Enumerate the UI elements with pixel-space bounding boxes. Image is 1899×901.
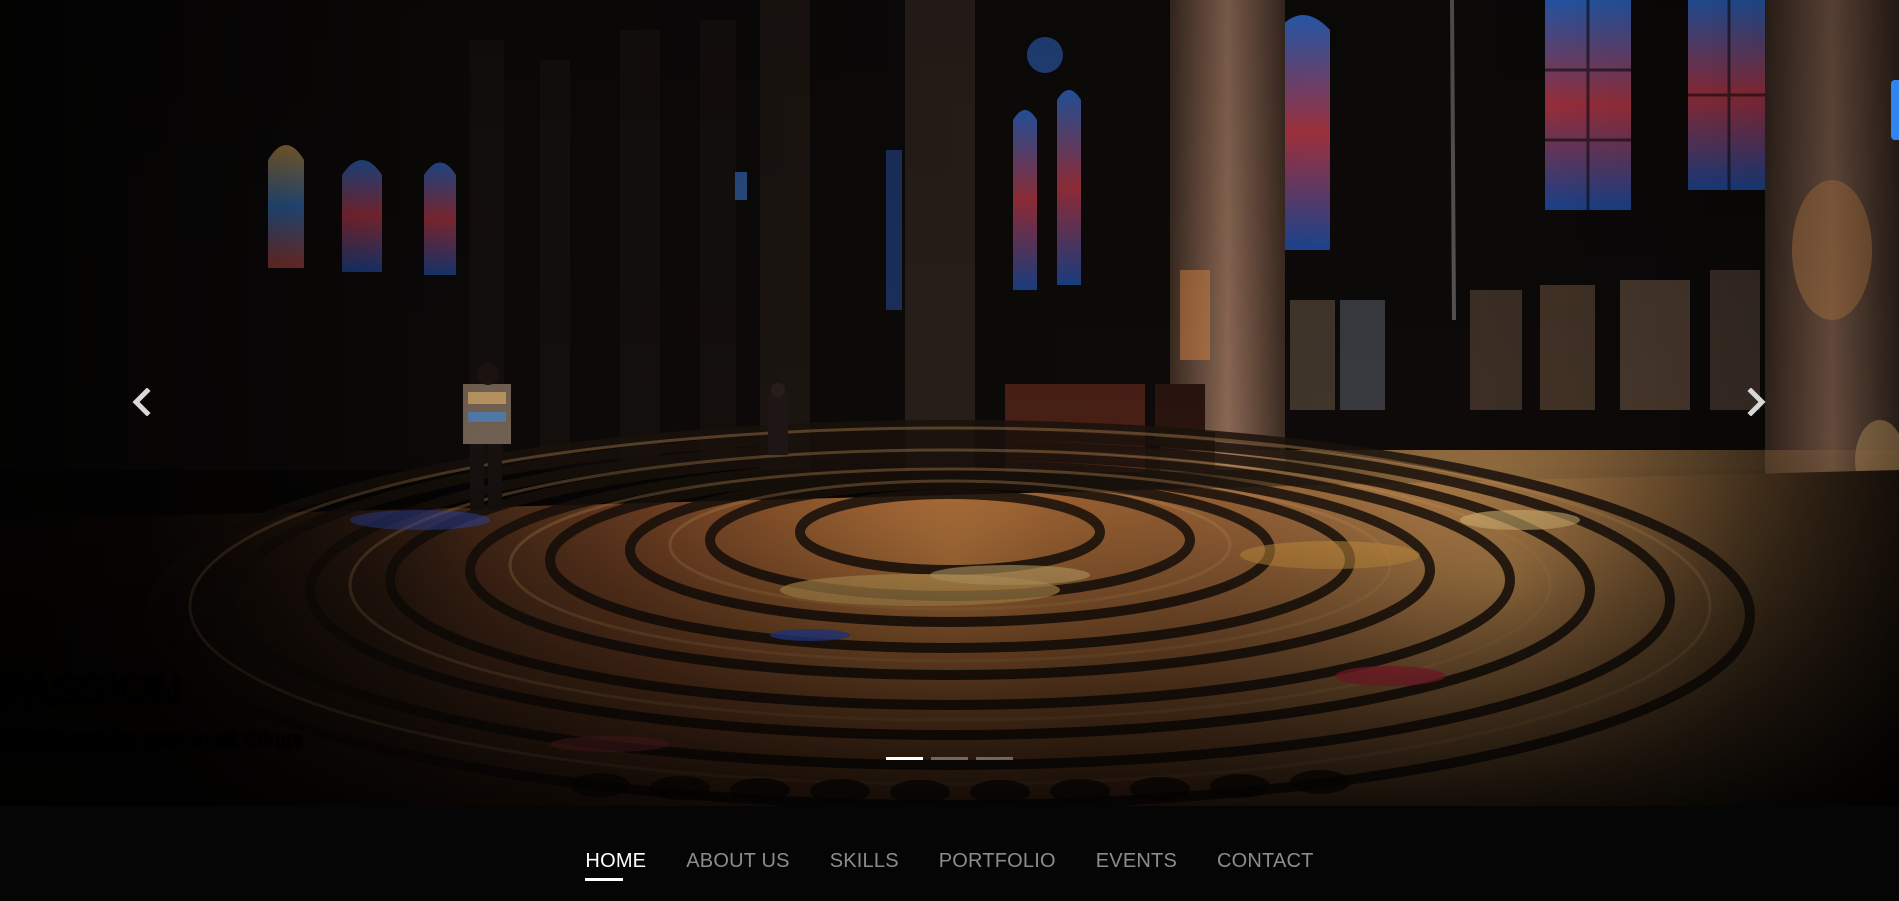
carousel-indicators	[0, 757, 1899, 763]
nav-item-label: HOME	[585, 850, 647, 872]
carousel-indicator-2[interactable]	[931, 757, 968, 760]
nav-item-label: SKILLS	[829, 850, 899, 872]
nav-item-label: PORTFOLIO	[938, 850, 1056, 872]
slide-caption-title: PASSION	[0, 668, 182, 712]
carousel-next-button[interactable]	[1736, 380, 1776, 424]
carousel-indicator-1[interactable]	[886, 757, 923, 760]
nav-item-portfolio[interactable]: PORTFOLIO	[939, 806, 1056, 873]
main-navbar: HOME ABOUT US SKILLS PORTFOLIO EVENTS CO…	[0, 806, 1899, 901]
slide-caption-subtitle: Beauty can be seen in all things	[0, 729, 304, 751]
chevron-left-icon	[132, 388, 151, 416]
nav-item-label: EVENTS	[1095, 850, 1177, 872]
nav-item-contact[interactable]: CONTACT	[1217, 806, 1314, 873]
nav-menu: HOME ABOUT US SKILLS PORTFOLIO EVENTS CO…	[0, 806, 1899, 901]
nav-item-label: CONTACT	[1217, 850, 1314, 872]
chevron-right-icon	[1747, 388, 1766, 416]
page: PASSION Beauty can be seen in all things…	[0, 0, 1899, 901]
carousel-prev-button[interactable]	[122, 380, 162, 424]
nav-item-home[interactable]: HOME	[585, 806, 647, 881]
nav-item-skills[interactable]: SKILLS	[830, 806, 899, 873]
nav-item-label: ABOUT US	[686, 850, 790, 872]
nav-item-about-us[interactable]: ABOUT US	[686, 806, 789, 873]
nav-item-events[interactable]: EVENTS	[1096, 806, 1177, 873]
active-underline	[585, 878, 624, 881]
carousel-indicator-3[interactable]	[976, 757, 1013, 760]
side-scroll-tab[interactable]	[1891, 80, 1899, 140]
hero-carousel: PASSION Beauty can be seen in all things	[0, 0, 1899, 806]
